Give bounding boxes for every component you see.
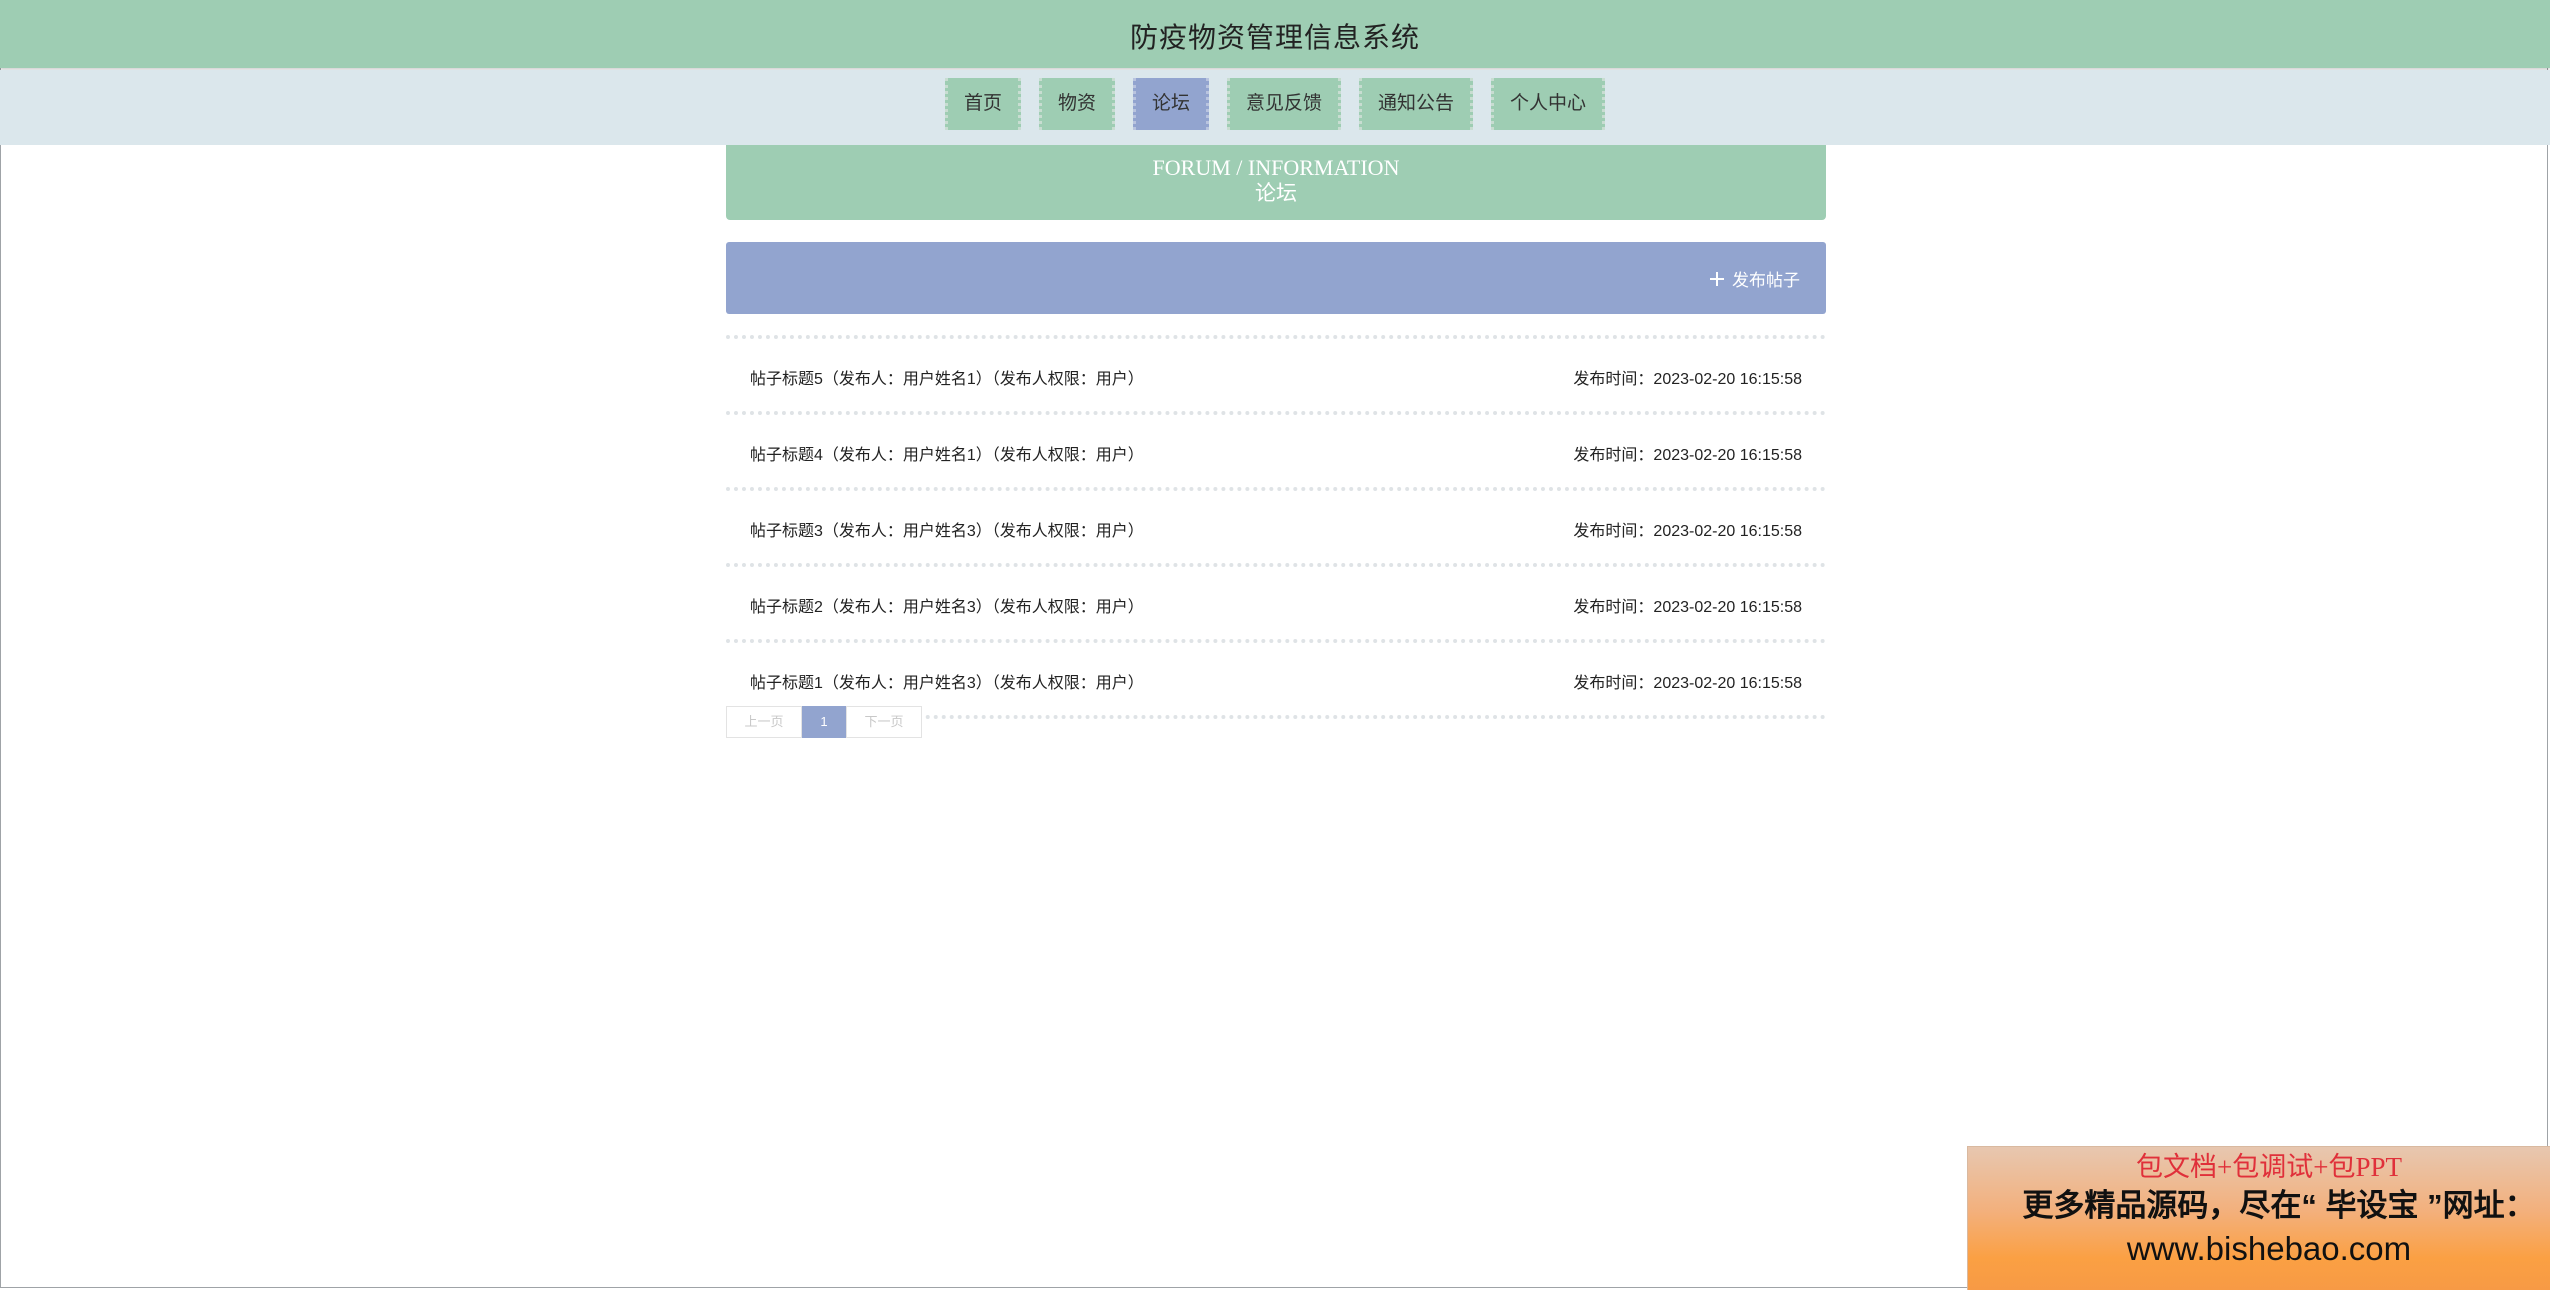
pagination: 上一页 1 下一页 bbox=[726, 706, 922, 738]
promo-banner: 包文档+包调试+包PPT 更多精品源码，尽在“ 毕设宝 ”网址： www.bis… bbox=[1967, 1146, 2550, 1290]
action-bar: 发布帖子 bbox=[726, 242, 1826, 314]
list-item[interactable]: 帖子标题4（发布人：用户姓名1）（发布人权限：用户） 发布时间：2023-02-… bbox=[726, 419, 1826, 487]
forum-banner: FORUM / INFORMATION 论坛 bbox=[726, 145, 1826, 220]
page-number-button[interactable]: 1 bbox=[802, 706, 846, 738]
banner-title-cn: 论坛 bbox=[1255, 181, 1297, 205]
banner-title-en: FORUM / INFORMATION bbox=[1152, 155, 1400, 180]
post-time: 发布时间：2023-02-20 16:15:58 bbox=[1573, 371, 1802, 388]
post-time: 发布时间：2023-02-20 16:15:58 bbox=[1573, 675, 1802, 692]
nav-list: 首页 物资 论坛 意见反馈 通知公告 个人中心 bbox=[0, 70, 2550, 130]
main-nav: 首页 物资 论坛 意见反馈 通知公告 个人中心 bbox=[0, 70, 2550, 145]
list-item[interactable]: 帖子标题1（发布人：用户姓名3）（发布人权限：用户） 发布时间：2023-02-… bbox=[726, 647, 1826, 715]
post-title: 帖子标题4（发布人：用户姓名1）（发布人权限：用户） bbox=[750, 447, 1144, 464]
list-item[interactable]: 帖子标题5（发布人：用户姓名1）（发布人权限：用户） 发布时间：2023-02-… bbox=[726, 343, 1826, 411]
post-time: 发布时间：2023-02-20 16:15:58 bbox=[1573, 523, 1802, 540]
promo-url: www.bishebao.com bbox=[2126, 1230, 2412, 1267]
divider bbox=[726, 487, 1826, 495]
divider bbox=[726, 411, 1826, 419]
nav-item-notices[interactable]: 通知公告 bbox=[1359, 78, 1474, 130]
next-page-button[interactable]: 下一页 bbox=[846, 706, 922, 738]
promo-line-2: 更多精品源码，尽在“ 毕设宝 ”网址： bbox=[2022, 1188, 2536, 1223]
nav-item-feedback[interactable]: 意见反馈 bbox=[1227, 78, 1342, 130]
list-item[interactable]: 帖子标题2（发布人：用户姓名3）（发布人权限：用户） 发布时间：2023-02-… bbox=[726, 571, 1826, 639]
divider bbox=[726, 563, 1826, 571]
nav-item-user-center[interactable]: 个人中心 bbox=[1491, 78, 1606, 130]
promo-line-1: 包文档+包调试+包PPT bbox=[2136, 1152, 2402, 1182]
divider bbox=[726, 639, 1826, 647]
plus-icon bbox=[1710, 271, 1724, 286]
post-title: 帖子标题5（发布人：用户姓名1）（发布人权限：用户） bbox=[750, 371, 1144, 388]
post-title: 帖子标题2（发布人：用户姓名3）（发布人权限：用户） bbox=[750, 599, 1144, 616]
site-title: 防疫物资管理信息系统 bbox=[1129, 22, 1420, 53]
nav-item-forum[interactable]: 论坛 bbox=[1132, 78, 1209, 130]
post-title: 帖子标题3（发布人：用户姓名3）（发布人权限：用户） bbox=[750, 523, 1144, 540]
post-time: 发布时间：2023-02-20 16:15:58 bbox=[1573, 599, 1802, 616]
prev-page-button[interactable]: 上一页 bbox=[726, 706, 802, 738]
nav-item-home[interactable]: 首页 bbox=[944, 78, 1021, 130]
publish-post-button[interactable]: 发布帖子 bbox=[1710, 266, 1800, 291]
post-time: 发布时间：2023-02-20 16:15:58 bbox=[1573, 447, 1802, 464]
publish-post-label: 发布帖子 bbox=[1732, 271, 1800, 290]
post-title: 帖子标题1（发布人：用户姓名3）（发布人权限：用户） bbox=[750, 675, 1144, 692]
divider bbox=[726, 335, 1826, 343]
site-header: 防疫物资管理信息系统 bbox=[0, 0, 2550, 68]
nav-item-supplies[interactable]: 物资 bbox=[1038, 78, 1115, 130]
post-list: 帖子标题5（发布人：用户姓名1）（发布人权限：用户） 发布时间：2023-02-… bbox=[726, 335, 1826, 723]
list-item[interactable]: 帖子标题3（发布人：用户姓名3）（发布人权限：用户） 发布时间：2023-02-… bbox=[726, 495, 1826, 563]
